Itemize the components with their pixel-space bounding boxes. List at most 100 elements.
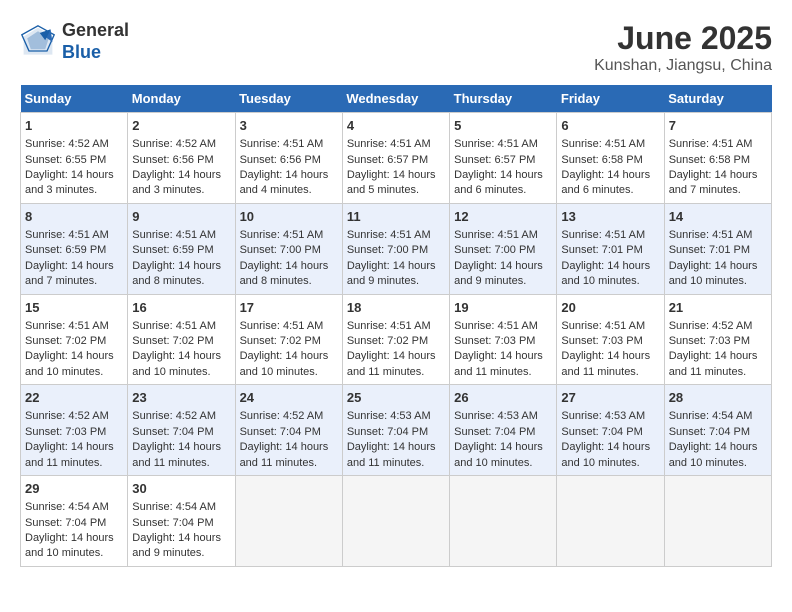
sunset-text: Sunset: 6:57 PM bbox=[347, 154, 428, 166]
sunrise-text: Sunrise: 4:54 AM bbox=[25, 501, 109, 513]
sunset-text: Sunset: 6:59 PM bbox=[25, 244, 106, 256]
sunset-text: Sunset: 7:02 PM bbox=[347, 335, 428, 347]
daylight-text: Daylight: 14 hours and 10 minutes. bbox=[25, 350, 114, 377]
calendar-cell: 4Sunrise: 4:51 AMSunset: 6:57 PMDaylight… bbox=[342, 113, 449, 204]
calendar-cell: 6Sunrise: 4:51 AMSunset: 6:58 PMDaylight… bbox=[557, 113, 664, 204]
day-number: 22 bbox=[25, 389, 123, 407]
sunset-text: Sunset: 7:03 PM bbox=[561, 335, 642, 347]
calendar-week-row: 15 Sunrise: 4:51 AM Sunset: 7:02 PM Dayligh… bbox=[21, 294, 772, 385]
sunrise-text: Sunrise: 4:52 AM bbox=[132, 410, 216, 422]
sunset-text: Sunset: 7:00 PM bbox=[454, 244, 535, 256]
sunset-text: Sunset: 7:04 PM bbox=[347, 426, 428, 438]
daylight-text: Daylight: 14 hours and 10 minutes. bbox=[669, 441, 758, 468]
daylight-text: Daylight: 14 hours and 10 minutes. bbox=[561, 260, 650, 287]
sunset-text: Sunset: 6:58 PM bbox=[561, 154, 642, 166]
day-number: 2 bbox=[132, 117, 230, 135]
calendar-cell: 1Sunrise: 4:52 AMSunset: 6:55 PMDaylight… bbox=[21, 113, 128, 204]
sunrise-text: Sunrise: 4:53 AM bbox=[347, 410, 431, 422]
daylight-text: Daylight: 14 hours and 3 minutes. bbox=[132, 169, 221, 196]
daylight-text: Daylight: 14 hours and 10 minutes. bbox=[240, 350, 329, 377]
sunrise-text: Sunrise: 4:51 AM bbox=[561, 320, 645, 332]
calendar-week-row: 29Sunrise: 4:54 AMSunset: 7:04 PMDayligh… bbox=[21, 476, 772, 567]
calendar-cell: 19Sunrise: 4:51 AMSunset: 7:03 PMDayligh… bbox=[450, 294, 557, 385]
sunset-text: Sunset: 6:56 PM bbox=[240, 154, 321, 166]
day-header-wednesday: Wednesday bbox=[342, 85, 449, 113]
sunrise-text: Sunrise: 4:51 AM bbox=[347, 138, 431, 150]
calendar-cell: 7Sunrise: 4:51 AMSunset: 6:58 PMDaylight… bbox=[664, 113, 771, 204]
sunrise-text: Sunrise: 4:52 AM bbox=[240, 410, 324, 422]
sunset-text: Sunset: 7:03 PM bbox=[669, 335, 750, 347]
day-header-thursday: Thursday bbox=[450, 85, 557, 113]
calendar-table: SundayMondayTuesdayWednesdayThursdayFrid… bbox=[20, 85, 772, 567]
calendar-cell: 2Sunrise: 4:52 AMSunset: 6:56 PMDaylight… bbox=[128, 113, 235, 204]
daylight-text: Daylight: 14 hours and 10 minutes. bbox=[561, 441, 650, 468]
sunrise-text: Sunrise: 4:51 AM bbox=[240, 138, 324, 150]
sunset-text: Sunset: 7:04 PM bbox=[669, 426, 750, 438]
calendar-cell: 28Sunrise: 4:54 AMSunset: 7:04 PMDayligh… bbox=[664, 385, 771, 476]
logo-general-text: General bbox=[62, 20, 129, 40]
day-number: 3 bbox=[240, 117, 338, 135]
day-number: 26 bbox=[454, 389, 552, 407]
day-number: 7 bbox=[669, 117, 767, 135]
sunset-text: Sunset: 7:04 PM bbox=[240, 426, 321, 438]
sunset-text: Sunset: 7:03 PM bbox=[25, 426, 106, 438]
day-number: 11 bbox=[347, 208, 445, 226]
sunset-text: Sunset: 7:02 PM bbox=[240, 335, 321, 347]
day-number: 13 bbox=[561, 208, 659, 226]
sunset-text: Sunset: 7:00 PM bbox=[347, 244, 428, 256]
sunrise-text: Sunrise: 4:51 AM bbox=[25, 229, 109, 241]
daylight-text: Daylight: 14 hours and 11 minutes. bbox=[347, 441, 436, 468]
sunrise-text: Sunrise: 4:51 AM bbox=[669, 229, 753, 241]
calendar-cell: 10Sunrise: 4:51 AMSunset: 7:00 PMDayligh… bbox=[235, 203, 342, 294]
daylight-text: Daylight: 14 hours and 10 minutes. bbox=[25, 532, 114, 559]
daylight-text: Daylight: 14 hours and 11 minutes. bbox=[454, 350, 543, 377]
daylight-text: Daylight: 14 hours and 11 minutes. bbox=[25, 441, 114, 468]
daylight-text: Daylight: 14 hours and 6 minutes. bbox=[454, 169, 543, 196]
calendar-cell bbox=[342, 476, 449, 567]
calendar-cell: 22 Sunrise: 4:52 AM Sunset: 7:03 PM Dayligh… bbox=[21, 385, 128, 476]
calendar-cell: 11Sunrise: 4:51 AMSunset: 7:00 PMDayligh… bbox=[342, 203, 449, 294]
calendar-cell: 14Sunrise: 4:51 AMSunset: 7:01 PMDayligh… bbox=[664, 203, 771, 294]
sunrise-text: Sunrise: 4:53 AM bbox=[454, 410, 538, 422]
day-number: 5 bbox=[454, 117, 552, 135]
daylight-text: Daylight: 14 hours and 4 minutes. bbox=[240, 169, 329, 196]
sunset-text: Sunset: 6:58 PM bbox=[669, 154, 750, 166]
daylight-text: Daylight: 14 hours and 11 minutes. bbox=[132, 441, 221, 468]
sunrise-text: Sunrise: 4:51 AM bbox=[454, 229, 538, 241]
calendar-cell: 9Sunrise: 4:51 AMSunset: 6:59 PMDaylight… bbox=[128, 203, 235, 294]
sunset-text: Sunset: 7:04 PM bbox=[454, 426, 535, 438]
calendar-cell bbox=[664, 476, 771, 567]
calendar-week-row: 8Sunrise: 4:51 AMSunset: 6:59 PMDaylight… bbox=[21, 203, 772, 294]
calendar-subtitle: Kunshan, Jiangsu, China bbox=[594, 57, 772, 75]
logo-icon bbox=[20, 24, 56, 60]
day-number: 15 bbox=[25, 299, 123, 317]
header: General Blue June 2025 Kunshan, Jiangsu,… bbox=[20, 20, 772, 75]
sunrise-text: Sunrise: 4:52 AM bbox=[669, 320, 753, 332]
calendar-cell: 27Sunrise: 4:53 AMSunset: 7:04 PMDayligh… bbox=[557, 385, 664, 476]
day-number: 21 bbox=[669, 299, 767, 317]
sunrise-text: Sunrise: 4:51 AM bbox=[240, 229, 324, 241]
sunrise-text: Sunrise: 4:54 AM bbox=[132, 501, 216, 513]
sunset-text: Sunset: 7:02 PM bbox=[25, 335, 106, 347]
sunset-text: Sunset: 6:56 PM bbox=[132, 154, 213, 166]
daylight-text: Daylight: 14 hours and 10 minutes. bbox=[454, 441, 543, 468]
calendar-cell: 20Sunrise: 4:51 AMSunset: 7:03 PMDayligh… bbox=[557, 294, 664, 385]
day-number: 12 bbox=[454, 208, 552, 226]
calendar-cell: 15Sunrise: 4:51 AMSunset: 7:02 PMDayligh… bbox=[21, 294, 128, 385]
sunrise-text: Sunrise: 4:52 AM bbox=[25, 410, 109, 422]
daylight-text: Daylight: 14 hours and 11 minutes. bbox=[347, 350, 436, 377]
daylight-text: Daylight: 14 hours and 11 minutes. bbox=[669, 350, 758, 377]
calendar-cell: 3 Sunrise: 4:51 AM Sunset: 6:56 PM Daylight… bbox=[235, 113, 342, 204]
daylight-text: Daylight: 14 hours and 5 minutes. bbox=[347, 169, 436, 196]
sunrise-text: Sunrise: 4:51 AM bbox=[132, 229, 216, 241]
sunset-text: Sunset: 7:02 PM bbox=[132, 335, 213, 347]
day-number: 6 bbox=[561, 117, 659, 135]
day-header-row: SundayMondayTuesdayWednesdayThursdayFrid… bbox=[21, 85, 772, 113]
day-number: 19 bbox=[454, 299, 552, 317]
daylight-text: Daylight: 14 hours and 11 minutes. bbox=[561, 350, 650, 377]
sunrise-text: Sunrise: 4:51 AM bbox=[347, 320, 431, 332]
day-number: 29 bbox=[25, 480, 123, 498]
day-number: 23 bbox=[132, 389, 230, 407]
day-number: 10 bbox=[240, 208, 338, 226]
calendar-week-row: 22 Sunrise: 4:52 AM Sunset: 7:03 PM Dayligh… bbox=[21, 385, 772, 476]
